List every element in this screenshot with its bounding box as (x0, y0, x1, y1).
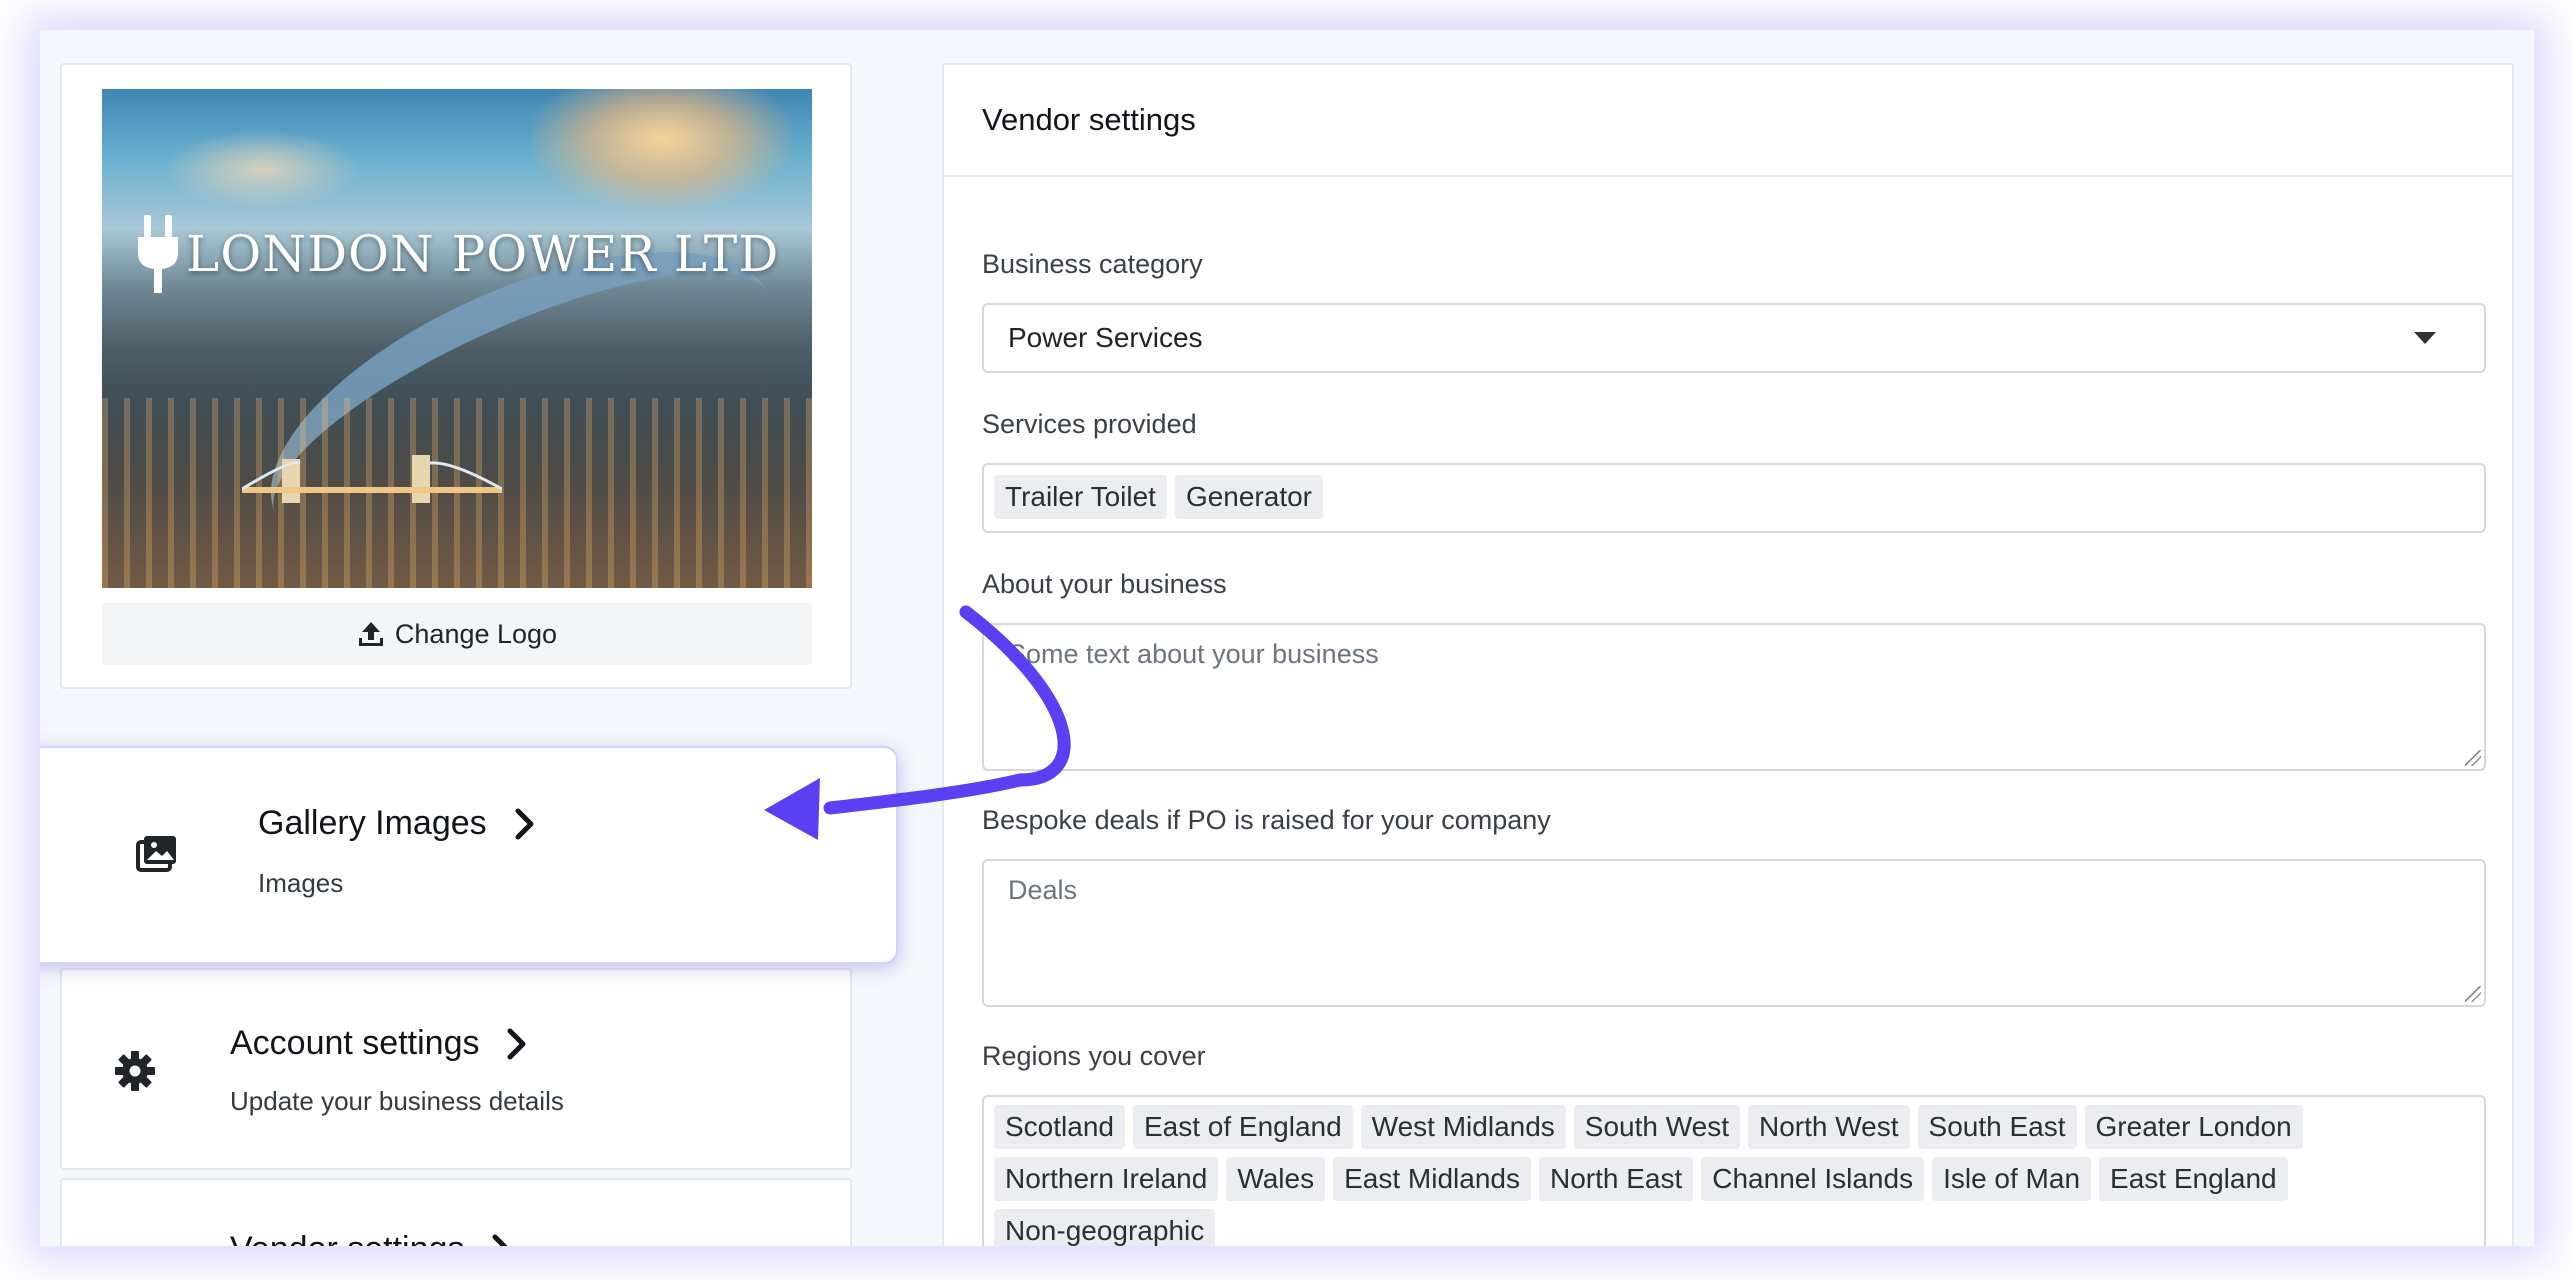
account-settings-card[interactable]: Account settings Update your business de… (60, 968, 852, 1170)
tag-chip[interactable]: West Midlands (1360, 1105, 1566, 1149)
tag-chip[interactable]: East Midlands (1333, 1157, 1531, 1201)
business-category-label: Business category (982, 249, 1203, 279)
logo-card: LONDON POWER LTD Change Logo (60, 63, 852, 689)
tag-chip[interactable]: South West (1573, 1105, 1741, 1149)
vendor-settings-card[interactable]: Vendor settings (60, 1178, 852, 1246)
tag-chip[interactable]: South East (1917, 1105, 2077, 1149)
chevron-right-icon (492, 1234, 509, 1246)
plug-icon (138, 215, 178, 293)
gear-icon (115, 1051, 155, 1091)
vendor-settings-card-title-text: Vendor settings (230, 1230, 464, 1246)
about-business-textarea[interactable]: Some text about your business (982, 623, 2486, 771)
tag-chip[interactable]: Generator (1174, 475, 1324, 519)
business-category-select[interactable]: Power Services (982, 303, 2486, 373)
services-provided-input[interactable]: Trailer Toilet Generator (982, 463, 2486, 533)
app-frame: LONDON POWER LTD Change Logo Gallery Ima… (40, 30, 2534, 1246)
business-category-value: Power Services (1008, 322, 1203, 353)
chevron-right-icon (507, 1028, 526, 1059)
tag-chip[interactable]: Northern Ireland (994, 1157, 1219, 1201)
tag-chip[interactable]: North West (1748, 1105, 1910, 1149)
change-logo-label: Change Logo (394, 618, 558, 649)
gallery-icon (136, 836, 176, 872)
bespoke-deals-textarea[interactable]: Deals (982, 859, 2486, 1007)
vendor-settings-panel: Vendor settings Business category Power … (942, 63, 2514, 1246)
chevron-right-icon (515, 808, 534, 839)
upload-icon (358, 622, 383, 646)
about-business-label: About your business (982, 569, 1227, 599)
gallery-images-title: Gallery Images (258, 804, 535, 843)
tower-bridge-graphic (242, 455, 502, 503)
account-settings-subtitle: Update your business details (230, 1086, 564, 1116)
tag-chip[interactable]: East England (2099, 1157, 2288, 1201)
vendor-settings-card-title: Vendor settings (230, 1230, 512, 1246)
gallery-images-subtitle: Images (258, 868, 344, 898)
logo-image: LONDON POWER LTD (102, 89, 812, 588)
about-business-placeholder: Some text about your business (1008, 639, 1379, 669)
caret-down-icon (2414, 332, 2436, 344)
resize-grip[interactable] (2465, 750, 2481, 766)
vendor-settings-header: Vendor settings (944, 65, 2512, 177)
gallery-images-card[interactable]: Gallery Images Images (40, 746, 898, 964)
account-settings-title: Account settings (230, 1024, 527, 1063)
bespoke-deals-placeholder: Deals (1008, 875, 1078, 905)
tag-chip[interactable]: Greater London (2084, 1105, 2303, 1149)
tag-chip[interactable]: Scotland (994, 1105, 1125, 1149)
regions-label: Regions you cover (982, 1041, 1206, 1071)
tag-chip[interactable]: Isle of Man (1932, 1157, 2092, 1201)
tag-chip[interactable]: Non-geographic (994, 1209, 1216, 1246)
logo-brand: LONDON POWER LTD (138, 215, 779, 293)
bespoke-deals-label: Bespoke deals if PO is raised for your c… (982, 805, 1551, 835)
logo-brand-text: LONDON POWER LTD (186, 225, 780, 283)
tag-chip[interactable]: Trailer Toilet (994, 475, 1167, 519)
tag-chip[interactable]: East of England (1132, 1105, 1353, 1149)
gallery-images-title-text: Gallery Images (258, 804, 487, 842)
services-provided-label: Services provided (982, 409, 1197, 439)
resize-grip[interactable] (2465, 986, 2481, 1002)
tag-chip[interactable]: Wales (1226, 1157, 1326, 1201)
regions-input[interactable]: Scotland East of England West Midlands Sout… (982, 1095, 2486, 1246)
tag-chip[interactable]: Channel Islands (1701, 1157, 1925, 1201)
tag-chip[interactable]: North East (1538, 1157, 1694, 1201)
change-logo-button[interactable]: Change Logo (102, 603, 812, 665)
account-settings-title-text: Account settings (230, 1024, 480, 1062)
